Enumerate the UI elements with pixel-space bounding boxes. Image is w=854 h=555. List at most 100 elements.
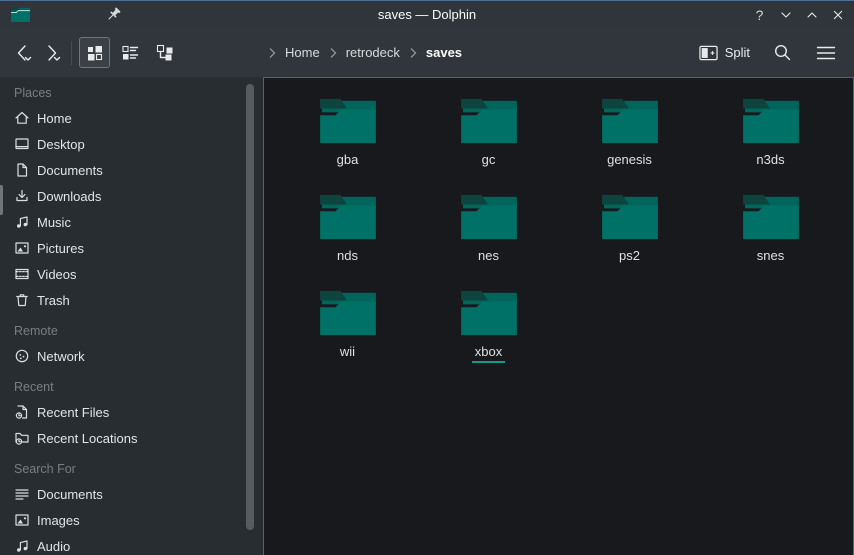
- section-header-search-for: Search For: [0, 457, 263, 481]
- folder-label: gc: [482, 153, 496, 167]
- folder-tile-nes[interactable]: nes: [418, 192, 559, 288]
- folder-tile-ps2[interactable]: ps2: [559, 192, 700, 288]
- hamburger-menu-button[interactable]: [812, 38, 840, 68]
- dolphin-app-folder-icon: [10, 6, 31, 23]
- sidebar-item-home[interactable]: Home: [0, 105, 263, 131]
- places-section: Places Home Desktop Documents Downloads: [0, 81, 263, 313]
- view-mode-group: [79, 37, 180, 68]
- window-controls: ?: [751, 1, 846, 28]
- toolbar-right: Split: [697, 38, 840, 68]
- folder-icon: [599, 96, 661, 146]
- split-view-icon: [699, 45, 718, 61]
- folder-label: n3ds: [756, 153, 784, 167]
- sidebar-item-videos[interactable]: Videos: [0, 261, 263, 287]
- folder-label: wii: [340, 345, 355, 359]
- pictures-icon: [14, 240, 30, 256]
- folder-icon: [458, 192, 520, 242]
- download-icon: [14, 188, 30, 204]
- home-icon: [14, 110, 30, 126]
- folder-tile-genesis[interactable]: genesis: [559, 96, 700, 192]
- breadcrumb-chevron-icon: [268, 47, 276, 59]
- places-panel: Places Home Desktop Documents Downloads: [0, 77, 263, 555]
- sidebar-item-downloads[interactable]: Downloads: [0, 183, 263, 209]
- back-button[interactable]: [10, 38, 38, 68]
- network-icon: [14, 348, 30, 364]
- pin-icon[interactable]: [104, 6, 122, 24]
- recent-locations-icon: [14, 430, 30, 446]
- sidebar-item-documents[interactable]: Documents: [0, 157, 263, 183]
- trash-icon: [14, 292, 30, 308]
- folder-icon: [317, 288, 379, 338]
- folder-tile-snes[interactable]: snes: [700, 192, 841, 288]
- minimize-icon[interactable]: [777, 6, 794, 23]
- sidebar-item-search-audio[interactable]: Audio: [0, 533, 263, 555]
- breadcrumb-retrodeck[interactable]: retrodeck: [346, 45, 400, 60]
- recent-files-icon: [14, 404, 30, 420]
- remote-section: Remote Network: [0, 319, 263, 369]
- breadcrumb-chevron-icon: [329, 47, 337, 59]
- folder-label: gba: [337, 153, 359, 167]
- search-documents-icon: [14, 486, 30, 502]
- folder-tile-n3ds[interactable]: n3ds: [700, 96, 841, 192]
- sidebar-item-music[interactable]: Music: [0, 209, 263, 235]
- breadcrumb-saves[interactable]: saves: [426, 45, 462, 60]
- sidebar-scrollbar[interactable]: [246, 84, 254, 530]
- tree-view-button[interactable]: [149, 37, 180, 68]
- sidebar-item-search-images[interactable]: Images: [0, 507, 263, 533]
- search-icon: [773, 43, 792, 62]
- folder-tile-nds[interactable]: nds: [277, 192, 418, 288]
- folder-tile-xbox[interactable]: xbox: [418, 288, 559, 384]
- icons-view-button[interactable]: [79, 37, 110, 68]
- breadcrumb: Home retrodeck saves: [268, 28, 462, 77]
- folder-tile-gba[interactable]: gba: [277, 96, 418, 192]
- breadcrumb-chevron-icon: [409, 47, 417, 59]
- split-button[interactable]: Split: [697, 38, 752, 68]
- toolbar: Home retrodeck saves Split: [0, 28, 854, 77]
- folder-label: nes: [478, 249, 499, 263]
- help-icon[interactable]: ?: [751, 6, 768, 23]
- section-header-recent: Recent: [0, 375, 263, 399]
- close-icon[interactable]: [829, 6, 846, 23]
- audio-icon: [14, 538, 30, 554]
- document-icon: [14, 162, 30, 178]
- forward-button[interactable]: [38, 38, 66, 68]
- dolphin-window: saves — Dolphin ?: [0, 0, 854, 555]
- sidebar-item-recent-files[interactable]: Recent Files: [0, 399, 263, 425]
- recent-section: Recent Recent Files Recent Locations: [0, 375, 263, 451]
- folder-icon: [458, 96, 520, 146]
- folder-grid: gba gc genesis n3ds nds: [277, 96, 841, 384]
- sidebar-item-trash[interactable]: Trash: [0, 287, 263, 313]
- sidebar-item-network[interactable]: Network: [0, 343, 263, 369]
- sidebar-item-recent-locations[interactable]: Recent Locations: [0, 425, 263, 451]
- search-for-section: Search For Documents Images Audio: [0, 457, 263, 555]
- folder-icon: [740, 192, 802, 242]
- maximize-icon[interactable]: [803, 6, 820, 23]
- folder-tile-gc[interactable]: gc: [418, 96, 559, 192]
- folder-label: xbox: [472, 345, 505, 363]
- sidebar-item-desktop[interactable]: Desktop: [0, 131, 263, 157]
- sidebar-item-search-documents[interactable]: Documents: [0, 481, 263, 507]
- folder-label: ps2: [619, 249, 640, 263]
- search-button[interactable]: [768, 38, 796, 68]
- folder-tile-wii[interactable]: wii: [277, 288, 418, 384]
- folder-view[interactable]: gba gc genesis n3ds nds: [263, 77, 854, 555]
- desktop-icon: [14, 136, 30, 152]
- breadcrumb-home[interactable]: Home: [285, 45, 320, 60]
- videos-icon: [14, 266, 30, 282]
- folder-icon: [599, 192, 661, 242]
- sidebar-item-pictures[interactable]: Pictures: [0, 235, 263, 261]
- folder-label: nds: [337, 249, 358, 263]
- section-header-remote: Remote: [0, 319, 263, 343]
- section-header-places: Places: [0, 81, 263, 105]
- titlebar: saves — Dolphin ?: [0, 1, 854, 28]
- folder-icon: [458, 288, 520, 338]
- images-icon: [14, 512, 30, 528]
- split-label: Split: [725, 45, 750, 60]
- window-body: Places Home Desktop Documents Downloads: [0, 77, 854, 555]
- folder-label: genesis: [607, 153, 652, 167]
- folder-icon: [317, 96, 379, 146]
- music-icon: [14, 214, 30, 230]
- folder-label: snes: [757, 249, 784, 263]
- folder-icon: [740, 96, 802, 146]
- compact-view-button[interactable]: [114, 37, 145, 68]
